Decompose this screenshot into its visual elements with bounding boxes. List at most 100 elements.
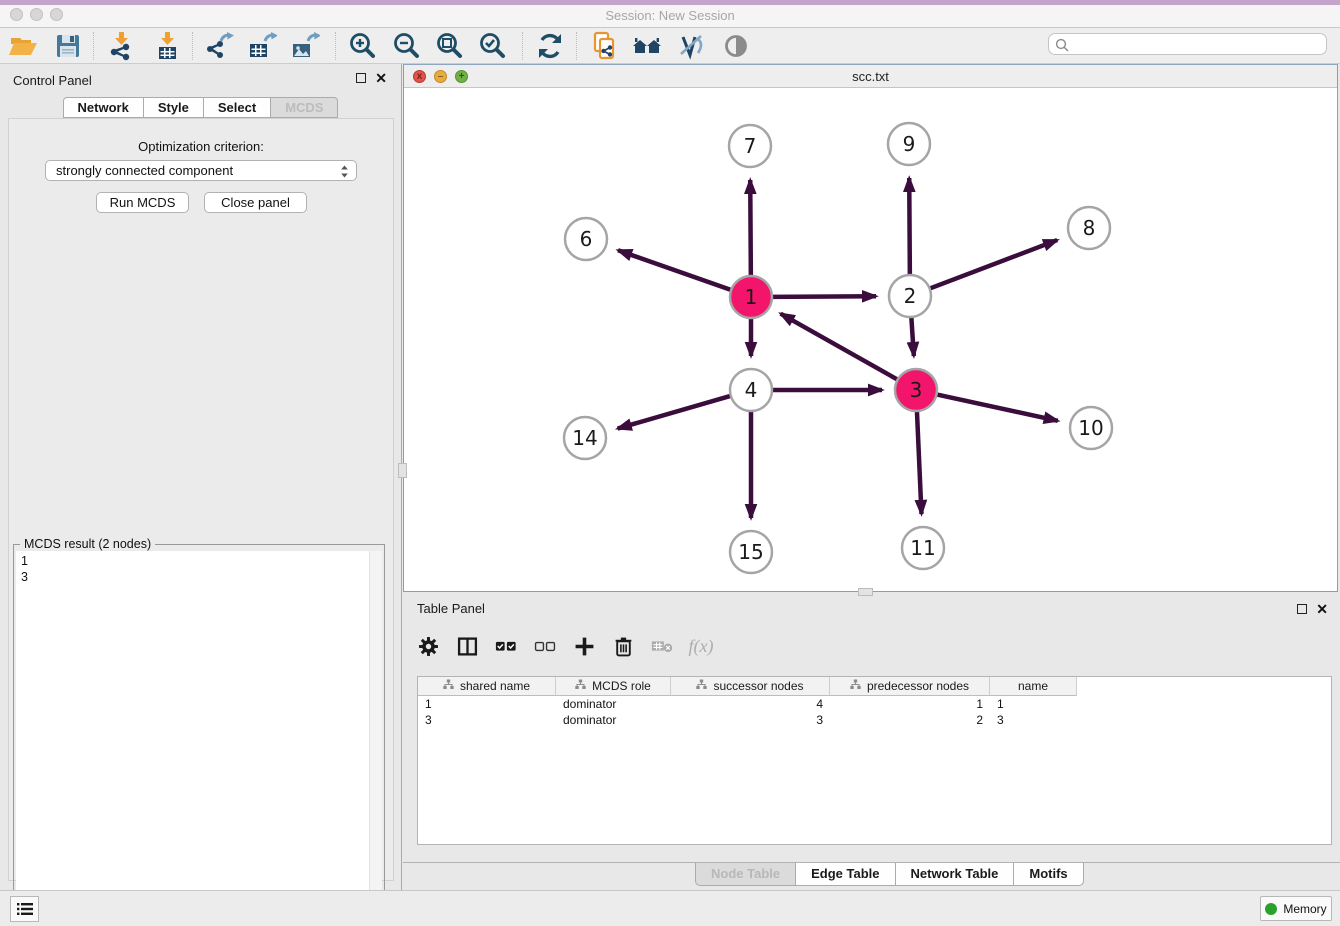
tab-motifs[interactable]: Motifs (1013, 863, 1083, 886)
list-icon (16, 901, 34, 917)
import-network-icon[interactable] (106, 31, 136, 61)
graph-node-15[interactable]: 15 (730, 531, 772, 573)
cell-name[interactable]: 1 (990, 696, 1077, 712)
memory-button[interactable]: Memory (1260, 896, 1332, 921)
tab-mcds[interactable]: MCDS (270, 97, 338, 118)
table-toolbar: f(x) (417, 628, 712, 664)
close-panel-button[interactable]: Close panel (204, 192, 307, 213)
graph-edge-2-3[interactable] (911, 317, 913, 356)
cell-successor-nodes[interactable]: 3 (671, 712, 830, 728)
mcds-result-text[interactable]: 1 3 (16, 551, 369, 921)
svg-text:4: 4 (745, 378, 758, 402)
graph-edge-1-7[interactable] (750, 180, 751, 276)
search-input[interactable] (1073, 35, 1321, 53)
close-panel-icon[interactable]: ✕ (375, 73, 387, 83)
zoom-selected-icon[interactable] (477, 31, 507, 61)
table-tabs: Node TableEdge TableNetwork TableMotifs (695, 863, 1084, 886)
graph-node-3[interactable]: 3 (895, 369, 937, 411)
vertical-splitter-handle[interactable] (398, 463, 407, 478)
graph-node-14[interactable]: 14 (564, 417, 606, 459)
network-window-titlebar[interactable]: x – + scc.txt (404, 65, 1337, 88)
export-network-icon[interactable] (204, 31, 234, 61)
graph-edge-3-10[interactable] (937, 394, 1058, 420)
select-stepper-icon (340, 164, 349, 184)
svg-text:9: 9 (903, 132, 916, 156)
cell-predecessor-nodes[interactable]: 1 (830, 696, 990, 712)
float-panel-icon[interactable] (1297, 604, 1307, 614)
tab-edge-table[interactable]: Edge Table (795, 863, 894, 886)
task-history-button[interactable] (10, 896, 39, 922)
svg-text:3: 3 (910, 378, 923, 402)
cell-name[interactable]: 3 (990, 712, 1077, 728)
graph-node-7[interactable]: 7 (729, 125, 771, 167)
zoom-out-icon[interactable] (391, 31, 421, 61)
table-row[interactable]: 3dominator323 (418, 712, 1331, 728)
graph-edge-1-2[interactable] (772, 296, 876, 297)
cell-MCDS-role[interactable]: dominator (556, 712, 671, 728)
optimization-criterion-select[interactable]: strongly connected component (45, 160, 357, 181)
column-header-shared-name[interactable]: shared name (418, 677, 556, 696)
table-body: 1dominator4113dominator323 (418, 696, 1331, 728)
cell-successor-nodes[interactable]: 4 (671, 696, 830, 712)
export-image-icon[interactable] (290, 31, 320, 61)
graph-node-10[interactable]: 10 (1070, 407, 1112, 449)
deselect-all-columns-icon[interactable] (534, 635, 556, 657)
control-panel: Control Panel ✕ NetworkStyleSelectMCDS O… (0, 64, 402, 890)
graph-node-1[interactable]: 1 (730, 276, 772, 318)
tab-style[interactable]: Style (143, 97, 203, 118)
graph-edge-2-9[interactable] (909, 178, 910, 275)
add-column-icon[interactable] (573, 635, 595, 657)
mcds-result-scrollbar[interactable] (369, 551, 382, 921)
settings-gear-icon[interactable] (417, 635, 439, 657)
table-row[interactable]: 1dominator411 (418, 696, 1331, 712)
select-all-columns-icon[interactable] (495, 635, 517, 657)
run-mcds-button[interactable]: Run MCDS (96, 192, 189, 213)
zoom-in-icon[interactable] (347, 31, 377, 61)
cell-shared-name[interactable]: 1 (418, 696, 556, 712)
column-header-name[interactable]: name (990, 677, 1077, 696)
toggle-columns-icon[interactable] (456, 635, 478, 657)
table-header-row: shared nameMCDS rolesuccessor nodesprede… (418, 677, 1331, 696)
graph-node-2[interactable]: 2 (889, 275, 931, 317)
refresh-icon[interactable] (535, 31, 565, 61)
column-header-MCDS-role[interactable]: MCDS role (556, 677, 671, 696)
zoom-fit-icon[interactable] (434, 31, 464, 61)
graph-node-9[interactable]: 9 (888, 123, 930, 165)
save-session-icon[interactable] (53, 31, 83, 61)
cell-shared-name[interactable]: 3 (418, 712, 556, 728)
tab-network[interactable]: Network (63, 97, 143, 118)
graph-node-4[interactable]: 4 (730, 369, 772, 411)
node-table[interactable]: shared nameMCDS rolesuccessor nodesprede… (417, 676, 1332, 845)
graph-node-11[interactable]: 11 (902, 527, 944, 569)
show-all-icon[interactable] (721, 31, 751, 61)
attribute-type-icon (443, 679, 454, 693)
tab-network-table[interactable]: Network Table (895, 863, 1014, 886)
cell-predecessor-nodes[interactable]: 2 (830, 712, 990, 728)
clone-network-icon[interactable] (590, 31, 620, 61)
svg-text:6: 6 (580, 227, 593, 251)
column-header-successor-nodes[interactable]: successor nodes (671, 677, 830, 696)
hide-selected-icon[interactable] (676, 31, 706, 61)
delete-column-icon[interactable] (612, 635, 634, 657)
graph-edge-1-6[interactable] (618, 250, 731, 290)
export-table-icon[interactable] (247, 31, 277, 61)
horizontal-splitter-handle[interactable] (858, 588, 873, 596)
network-canvas[interactable]: 7 9 6 8 1 2 4 3 14 10 15 11 (404, 88, 1337, 591)
control-panel-title: Control Panel (13, 73, 92, 88)
cell-MCDS-role[interactable]: dominator (556, 696, 671, 712)
tab-select[interactable]: Select (203, 97, 270, 118)
mcds-result-title: MCDS result (2 nodes) (20, 537, 155, 551)
graph-edge-4-14[interactable] (618, 396, 731, 429)
graph-edge-2-8[interactable] (930, 240, 1058, 288)
graph-edge-3-1[interactable] (781, 314, 898, 380)
import-table-icon[interactable] (152, 31, 182, 61)
close-panel-icon[interactable]: ✕ (1316, 604, 1328, 614)
graph-node-6[interactable]: 6 (565, 218, 607, 260)
column-header-predecessor-nodes[interactable]: predecessor nodes (830, 677, 990, 696)
graph-node-8[interactable]: 8 (1068, 207, 1110, 249)
float-panel-icon[interactable] (356, 73, 366, 83)
graph-edge-3-11[interactable] (917, 411, 922, 514)
open-session-icon[interactable] (8, 31, 38, 61)
tab-node-table[interactable]: Node Table (695, 863, 795, 886)
first-neighbors-icon[interactable] (632, 31, 662, 61)
